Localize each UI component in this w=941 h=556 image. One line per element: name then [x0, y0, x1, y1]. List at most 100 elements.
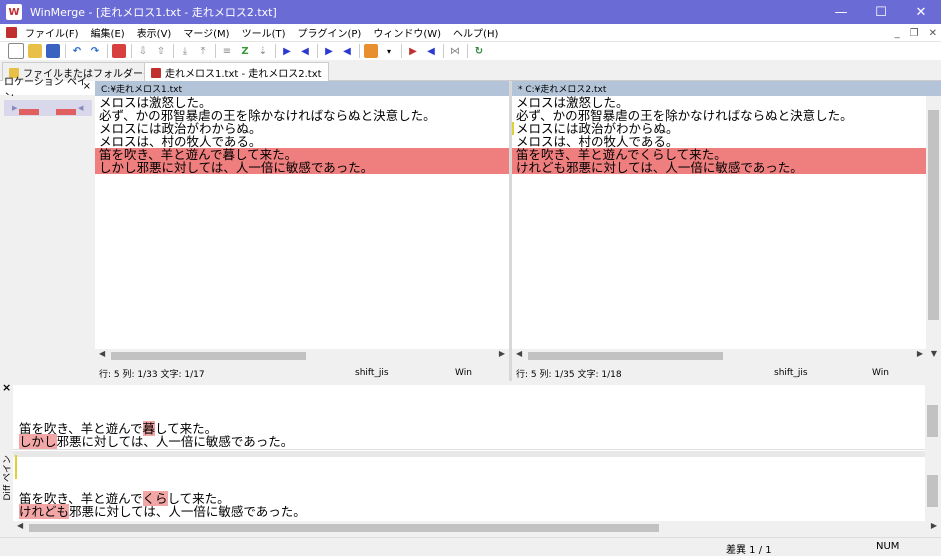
tab-label: 走れメロス1.txt - 走れメロス2.txt	[165, 69, 322, 80]
menu-edit[interactable]: 編集(E)	[85, 25, 131, 40]
menu-plugins[interactable]: プラグイン(P)	[292, 25, 368, 40]
toolbar-separator	[359, 44, 360, 58]
winmerge-app-icon[interactable]: W	[6, 4, 22, 20]
select-diff-icon[interactable]: ⇣	[256, 44, 270, 58]
left-file-pane[interactable]: メロスは激怒した。 必ず、かの邪智暴虐の王を除かなければならぬと決意した。 メロ…	[95, 96, 509, 349]
scroll-left-icon[interactable]: ◀	[99, 349, 105, 358]
scroll-left-icon[interactable]: ◀	[17, 521, 23, 530]
left-cursor-position: 行: 5 列: 1/33 文字: 1/17	[99, 369, 205, 380]
options-icon[interactable]	[364, 44, 378, 58]
right-hscrollbar[interactable]: ◀ ▶ ▼	[512, 349, 941, 363]
diff-bottom-vscroll-thumb[interactable]	[927, 475, 938, 507]
location-diff-right	[56, 109, 76, 115]
diff-highlight: しかし	[19, 434, 57, 449]
toolbar-separator	[107, 44, 108, 58]
next-diff-icon[interactable]: ⇩	[136, 44, 150, 58]
tab-compare[interactable]: 走れメロス1.txt - 走れメロス2.txt	[144, 62, 329, 82]
menu-bar: ファイル(F) 編集(E) 表示(V) マージ(M) ツール(T) プラグイン(…	[0, 24, 941, 42]
toolbar: ↶ ↷ ⇩ ⇧ ⤓ ⤒ ≡ Z ⇣ ▶ ◀ ▶ ◀ ▾ ▶ ◀ ⋈ ↻	[0, 42, 941, 60]
location-pane-close-button[interactable]: ×	[83, 81, 91, 92]
copy-left-advance-icon[interactable]: ◀	[340, 44, 354, 58]
scroll-left-icon[interactable]: ◀	[516, 349, 522, 358]
location-diff-left	[19, 109, 39, 115]
right-eol: Win	[872, 368, 889, 378]
diff-hscroll-thumb[interactable]	[29, 524, 659, 532]
maximize-button[interactable]: ☐	[861, 0, 901, 24]
diff-vscrollbar[interactable]	[925, 385, 941, 521]
bookmark-icon[interactable]	[112, 44, 126, 58]
right-file-header: * C:¥走れメロス2.txt	[512, 81, 941, 96]
right-status-bar: 行: 5 列: 1/35 文字: 1/18 shift_jis Win	[512, 365, 941, 381]
scroll-down-icon[interactable]: ▼	[931, 349, 937, 358]
diff-top-vscroll-thumb[interactable]	[927, 405, 938, 437]
location-pane-header: ロケーション ペイン ×	[0, 77, 95, 103]
copy-left-icon[interactable]: ◀	[298, 44, 312, 58]
location-pane[interactable]: ▶ ◀	[4, 96, 92, 366]
dropdown-arrow-icon[interactable]: ▾	[382, 44, 396, 58]
right-vscroll-thumb[interactable]	[928, 110, 939, 320]
goto-diff-icon[interactable]: Z	[238, 44, 252, 58]
menu-merge[interactable]: マージ(M)	[177, 25, 235, 40]
mdi-minimize-button[interactable]: _	[895, 28, 900, 39]
right-vscrollbar[interactable]	[926, 96, 941, 349]
right-hscroll-thumb[interactable]	[528, 352, 723, 360]
refresh-icon[interactable]: ↻	[472, 44, 486, 58]
title-bar: W WinMerge - [走れメロス1.txt - 走れメロス2.txt] —…	[0, 0, 941, 24]
diff-bottom-line-2: けれども邪悪に対しては、人一倍に敏感であった。	[19, 504, 306, 519]
document-icon[interactable]	[6, 27, 17, 38]
merge-all-right-icon[interactable]: ▶	[406, 44, 420, 58]
left-file-header: C:¥走れメロス1.txt	[95, 81, 509, 96]
scroll-right-icon[interactable]: ▶	[931, 521, 937, 530]
diff-pane-label-container: Diff ペイン	[0, 455, 13, 535]
right-file-pane[interactable]: メロスは激怒した。 必ず、かの邪智暴虐の王を除かなければならぬと決意した。 メロ…	[512, 96, 926, 349]
mdi-close-button[interactable]: ✕	[929, 28, 937, 39]
diff-top-line-2: しかし邪悪に対しては、人一倍に敏感であった。	[19, 434, 294, 449]
first-diff-icon[interactable]: ⤓	[178, 44, 192, 58]
left-hscrollbar[interactable]: ◀ ▶	[95, 349, 509, 363]
diff-text: 邪悪に対しては、人一倍に敏感であった。	[56, 434, 294, 449]
prev-diff-icon[interactable]: ⇧	[154, 44, 168, 58]
right-encoding: shift_jis	[774, 368, 808, 378]
minimize-button[interactable]: —	[821, 0, 861, 24]
tab-bar: ファイルまたはフォルダーの選択... 走れメロス1.txt - 走れメロス2.t…	[0, 60, 941, 82]
document-icon	[151, 67, 161, 78]
close-window-button[interactable]: ✕	[901, 0, 941, 24]
new-icon[interactable]	[8, 43, 24, 59]
current-diff-icon[interactable]: ≡	[220, 44, 234, 58]
menu-tools[interactable]: ツール(T)	[236, 25, 292, 40]
menu-window[interactable]: ウィンドウ(W)	[367, 25, 447, 40]
left-hscroll-thumb[interactable]	[111, 352, 306, 360]
location-marker-left-icon: ▶	[12, 104, 18, 112]
menu-help[interactable]: ヘルプ(H)	[447, 25, 504, 40]
last-diff-icon[interactable]: ⤒	[196, 44, 210, 58]
toolbar-separator	[317, 44, 318, 58]
toolbar-separator	[65, 44, 66, 58]
menu-file[interactable]: ファイル(F)	[19, 25, 85, 40]
edit-marker	[15, 455, 17, 479]
diff-pane-splitter[interactable]	[13, 451, 925, 457]
open-icon[interactable]	[28, 44, 42, 58]
left-encoding: shift_jis	[355, 368, 389, 378]
menu-view[interactable]: 表示(V)	[131, 25, 178, 40]
merge-all-left-icon[interactable]: ◀	[424, 44, 438, 58]
mdi-restore-button[interactable]: ❐	[910, 28, 919, 39]
toolbar-separator	[467, 44, 468, 58]
toolbar-separator	[401, 44, 402, 58]
num-lock-indicator: NUM	[876, 541, 900, 552]
redo-icon[interactable]: ↷	[88, 44, 102, 58]
toolbar-separator	[173, 44, 174, 58]
scroll-right-icon[interactable]: ▶	[917, 349, 923, 358]
status-bar: 差異 1 / 1 NUM	[0, 537, 941, 556]
window-title: WinMerge - [走れメロス1.txt - 走れメロス2.txt]	[30, 6, 277, 19]
scroll-right-icon[interactable]: ▶	[499, 349, 505, 358]
compare-icon[interactable]: ⋈	[448, 44, 462, 58]
undo-icon[interactable]: ↶	[70, 44, 84, 58]
diff-text: 邪悪に対しては、人一倍に敏感であった。	[69, 504, 306, 519]
diff-hscrollbar[interactable]: ◀ ▶	[13, 521, 941, 535]
copy-right-icon[interactable]: ▶	[280, 44, 294, 58]
save-icon[interactable]	[46, 44, 60, 58]
copy-right-advance-icon[interactable]: ▶	[322, 44, 336, 58]
diff-pane[interactable]: 笛を吹き、羊と遊んで暮して来た。 しかし邪悪に対しては、人一倍に敏感であった。 …	[13, 385, 925, 521]
diff-pane-label: Diff ペイン	[3, 455, 13, 501]
diff-pane-close-button[interactable]: ×	[2, 381, 13, 394]
